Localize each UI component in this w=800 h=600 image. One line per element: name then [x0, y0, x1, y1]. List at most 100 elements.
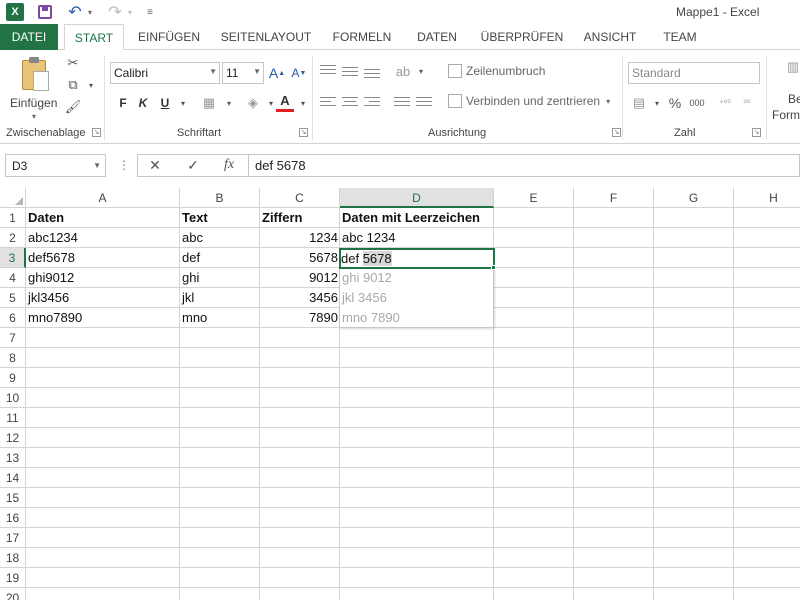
- align-middle-icon[interactable]: [342, 64, 358, 78]
- row-header[interactable]: 11: [0, 408, 26, 428]
- tab-daten[interactable]: DATEN: [406, 24, 468, 50]
- row-header[interactable]: 16: [0, 508, 26, 528]
- orientation-icon[interactable]: ab: [394, 62, 412, 80]
- increase-font-size-icon[interactable]: A ▲: [268, 64, 286, 82]
- cell-d1[interactable]: Daten mit Leerzeichen: [340, 208, 494, 228]
- worksheet-grid[interactable]: A B C D E F G H 1 2 3 4 5 6 7 8 9 10 11 12 13 14 15 16 1…: [0, 188, 800, 600]
- cell-c5[interactable]: 3456: [260, 288, 340, 308]
- align-right-icon[interactable]: [364, 94, 380, 108]
- number-launcher-icon[interactable]: ↘: [752, 128, 761, 137]
- align-left-icon[interactable]: [320, 94, 336, 108]
- cell-c6[interactable]: 7890: [260, 308, 340, 328]
- customize-quick-access-icon[interactable]: ≡: [145, 3, 155, 21]
- tab-formeln[interactable]: FORMELN: [326, 24, 398, 50]
- cell-b1[interactable]: Text: [180, 208, 260, 228]
- cut-icon[interactable]: ✂: [64, 54, 82, 72]
- format-painter-icon[interactable]: 🖌: [64, 98, 82, 116]
- align-top-icon[interactable]: [320, 62, 336, 76]
- decrease-indent-icon[interactable]: [394, 94, 410, 108]
- column-header-g[interactable]: G: [654, 188, 734, 208]
- active-cell-border[interactable]: [339, 248, 495, 269]
- font-name-select[interactable]: Calibri ▼: [110, 62, 220, 84]
- cell-a3[interactable]: def5678: [26, 248, 180, 268]
- cell-b6[interactable]: mno: [180, 308, 260, 328]
- formula-bar-resize-handle[interactable]: ⋮: [118, 158, 130, 172]
- row-header[interactable]: 3: [0, 248, 26, 268]
- cell-c1[interactable]: Ziffern: [260, 208, 340, 228]
- alignment-launcher-icon[interactable]: ↘: [612, 128, 621, 137]
- cell-a5[interactable]: jkl3456: [26, 288, 180, 308]
- underline-button[interactable]: U: [156, 94, 174, 112]
- align-center-icon[interactable]: [342, 94, 358, 108]
- cancel-icon[interactable]: ✕: [144, 157, 166, 175]
- cell-a6[interactable]: mno7890: [26, 308, 180, 328]
- row-header[interactable]: 7: [0, 328, 26, 348]
- select-all-button[interactable]: [0, 188, 26, 208]
- row-header[interactable]: 10: [0, 388, 26, 408]
- underline-dropdown-icon[interactable]: ▾: [174, 94, 192, 112]
- cell-d2[interactable]: abc 1234: [340, 228, 494, 248]
- save-icon[interactable]: [36, 3, 54, 21]
- copy-dropdown-icon[interactable]: ▾: [82, 76, 100, 94]
- clipboard-launcher-icon[interactable]: ↘: [92, 128, 101, 137]
- orientation-dropdown-icon[interactable]: ▾: [412, 62, 430, 80]
- tab-einfuegen[interactable]: EINFÜGEN: [134, 24, 204, 50]
- fill-color-icon[interactable]: ◈: [244, 94, 262, 112]
- tab-datei[interactable]: DATEI: [0, 24, 58, 50]
- row-header[interactable]: 14: [0, 468, 26, 488]
- cell-c3[interactable]: 5678: [260, 248, 340, 268]
- italic-button[interactable]: K: [134, 94, 152, 112]
- cell-c2[interactable]: 1234: [260, 228, 340, 248]
- tab-ueberpruefen[interactable]: ÜBERPRÜFEN: [476, 24, 568, 50]
- cell-c4[interactable]: 9012: [260, 268, 340, 288]
- column-header-a[interactable]: A: [26, 188, 180, 208]
- font-launcher-icon[interactable]: ↘: [299, 128, 308, 137]
- tab-start[interactable]: START: [64, 24, 124, 51]
- row-header[interactable]: 9: [0, 368, 26, 388]
- cell-a1[interactable]: Daten: [26, 208, 180, 228]
- redo-dropdown-icon[interactable]: ▾: [126, 3, 134, 21]
- paste-button[interactable]: Einfügen ▾: [8, 56, 60, 121]
- tab-team[interactable]: TEAM: [654, 24, 706, 50]
- tab-ansicht[interactable]: ANSICHT: [576, 24, 644, 50]
- redo-icon[interactable]: ↷: [106, 3, 124, 21]
- name-box[interactable]: D3 ▼: [5, 154, 106, 177]
- undo-dropdown-icon[interactable]: ▾: [86, 3, 94, 21]
- row-header[interactable]: 5: [0, 288, 26, 308]
- tab-seitenlayout[interactable]: SEITENLAYOUT: [216, 24, 316, 50]
- borders-dropdown-icon[interactable]: ▾: [220, 94, 238, 112]
- font-size-select[interactable]: 11 ▼: [222, 62, 264, 84]
- column-header-h[interactable]: H: [734, 188, 800, 208]
- row-header[interactable]: 17: [0, 528, 26, 548]
- column-header-f[interactable]: F: [574, 188, 654, 208]
- cell-a2[interactable]: abc1234: [26, 228, 180, 248]
- confirm-icon[interactable]: ✓: [182, 157, 204, 175]
- decrease-decimal-icon[interactable]: ⁰⁰: [738, 94, 756, 112]
- cell-a4[interactable]: ghi9012: [26, 268, 180, 288]
- row-header[interactable]: 1: [0, 208, 26, 228]
- accounting-format-icon[interactable]: ▤: [630, 94, 648, 112]
- font-color-dropdown-icon[interactable]: ▾: [294, 94, 312, 112]
- cell-b2[interactable]: abc: [180, 228, 260, 248]
- column-header-d[interactable]: D: [340, 188, 494, 208]
- undo-icon[interactable]: ↶: [66, 3, 84, 21]
- row-header[interactable]: 13: [0, 448, 26, 468]
- column-header-e[interactable]: E: [494, 188, 574, 208]
- cell-b5[interactable]: jkl: [180, 288, 260, 308]
- copy-icon[interactable]: ⧉: [64, 76, 82, 94]
- cell-b4[interactable]: ghi: [180, 268, 260, 288]
- increase-decimal-icon[interactable]: ⁺⁰⁰: [716, 94, 734, 112]
- row-header[interactable]: 15: [0, 488, 26, 508]
- row-header[interactable]: 20: [0, 588, 26, 600]
- fill-handle[interactable]: [491, 265, 496, 270]
- row-header[interactable]: 2: [0, 228, 26, 248]
- thousands-separator-button[interactable]: 000: [688, 94, 706, 112]
- decrease-font-size-icon[interactable]: A ▼: [290, 64, 308, 82]
- row-header[interactable]: 18: [0, 548, 26, 568]
- formula-input[interactable]: def 5678: [248, 155, 798, 176]
- accounting-dropdown-icon[interactable]: ▾: [648, 94, 666, 112]
- column-header-c[interactable]: C: [260, 188, 340, 208]
- percent-style-button[interactable]: %: [666, 94, 684, 112]
- column-header-b[interactable]: B: [180, 188, 260, 208]
- bold-button[interactable]: F: [114, 94, 132, 112]
